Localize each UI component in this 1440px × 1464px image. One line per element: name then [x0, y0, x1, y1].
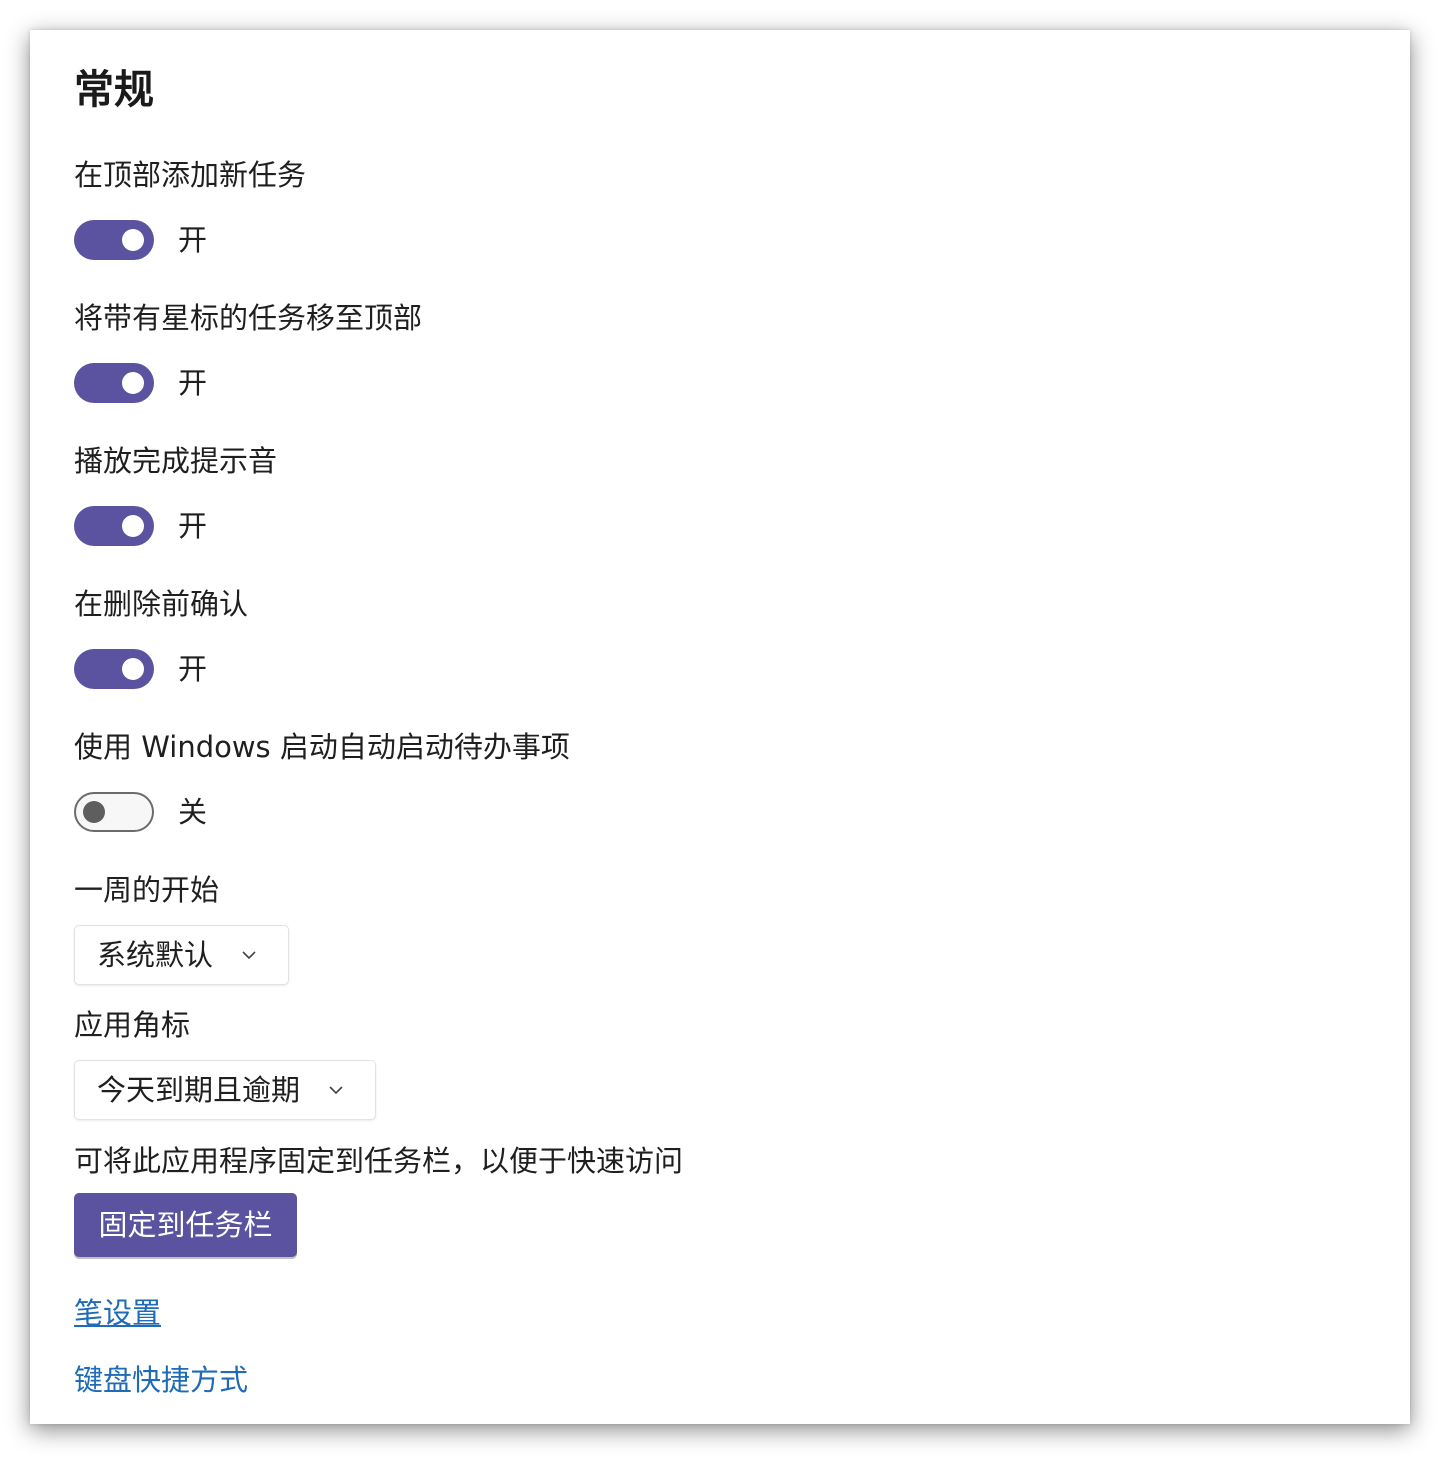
completion-sound-state: 开 — [178, 509, 208, 543]
completion-sound-row: 开 — [74, 505, 207, 547]
confirm-delete-toggle[interactable] — [74, 649, 154, 689]
starred-to-top-label: 将带有星标的任务移至顶部 — [74, 301, 423, 335]
confirm-delete-state: 开 — [178, 652, 208, 686]
toggle-knob — [83, 801, 105, 823]
keyboard-shortcuts-link[interactable]: 键盘快捷方式 — [74, 1362, 248, 1398]
add-to-top-label: 在顶部添加新任务 — [74, 158, 307, 192]
autostart-state: 关 — [178, 795, 208, 829]
add-to-top-toggle[interactable] — [74, 220, 154, 260]
starred-to-top-state: 开 — [178, 366, 208, 400]
starred-to-top-row: 开 — [74, 362, 207, 404]
toggle-knob — [122, 658, 144, 680]
week-start-dropdown[interactable]: 系统默认 — [74, 925, 289, 985]
confirm-delete-label: 在删除前确认 — [74, 587, 249, 621]
pin-to-taskbar-button[interactable]: 固定到任务栏 — [74, 1193, 297, 1257]
settings-panel: 常规 在顶部添加新任务 开 将带有星标的任务移至顶部 开 播放完成提示音 开 在… — [30, 30, 1410, 1424]
pin-description: 可将此应用程序固定到任务栏，以便于快速访问 — [74, 1144, 684, 1178]
week-start-value: 系统默认 — [97, 938, 214, 972]
completion-sound-toggle[interactable] — [74, 506, 154, 546]
add-to-top-state: 开 — [178, 223, 208, 257]
autostart-row: 关 — [74, 791, 207, 833]
app-badge-dropdown[interactable]: 今天到期且逾期 — [74, 1060, 376, 1120]
chevron-down-icon — [329, 1086, 343, 1095]
confirm-delete-row: 开 — [74, 648, 207, 690]
page-title: 常规 — [74, 67, 154, 113]
chevron-down-icon — [242, 951, 256, 960]
starred-to-top-toggle[interactable] — [74, 363, 154, 403]
autostart-label: 使用 Windows 启动自动启动待办事项 — [74, 730, 570, 764]
pen-settings-link[interactable]: 笔设置 — [74, 1295, 161, 1331]
toggle-knob — [122, 372, 144, 394]
app-badge-value: 今天到期且逾期 — [97, 1073, 301, 1107]
toggle-knob — [122, 515, 144, 537]
week-start-label: 一周的开始 — [74, 873, 220, 907]
completion-sound-label: 播放完成提示音 — [74, 444, 278, 478]
toggle-knob — [122, 229, 144, 251]
add-to-top-row: 开 — [74, 219, 207, 261]
autostart-toggle[interactable] — [74, 792, 154, 832]
app-badge-label: 应用角标 — [74, 1008, 191, 1042]
